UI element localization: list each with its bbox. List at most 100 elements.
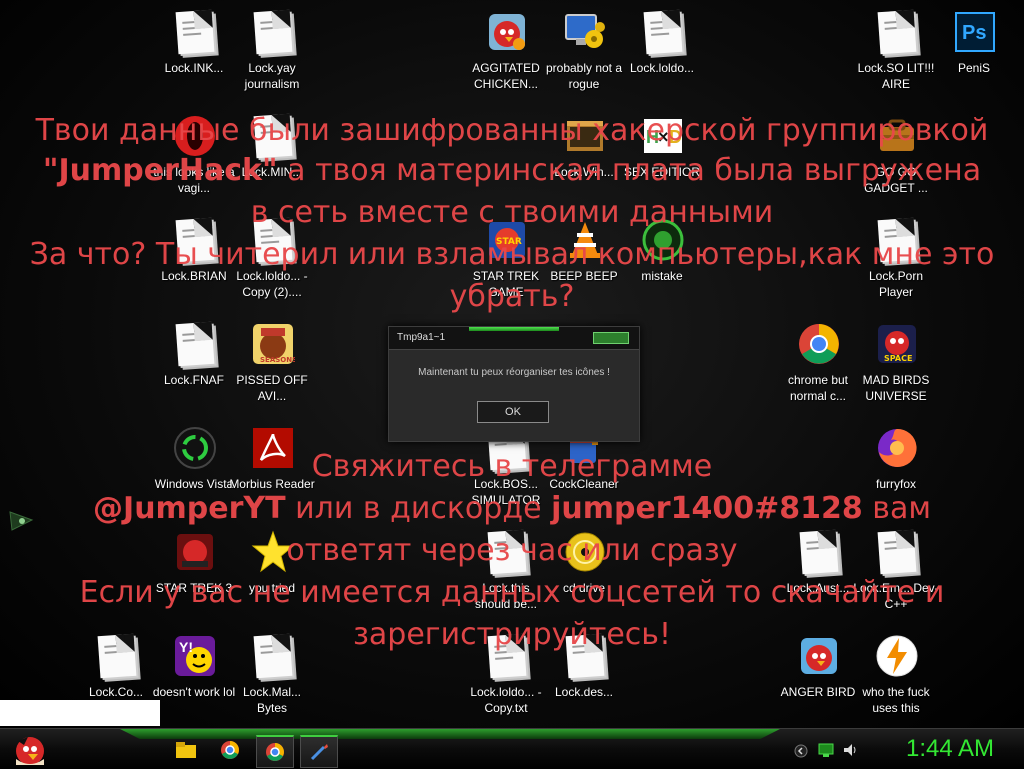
desktop-icon[interactable]: furryfox [857,420,935,520]
text-file-icon [173,217,217,263]
desktop-icon[interactable]: GO GO GADGET ... [857,108,935,208]
text-file-icon [797,529,841,575]
text-file-icon [95,633,139,679]
text-file-icon [251,633,295,679]
desktop-icon[interactable]: SEASONS PISSED OFF AVI... [233,316,311,416]
desktop-icon[interactable]: Lock.Mal... Bytes [233,628,311,728]
cd-icon [563,530,607,574]
icon-label: Lock.Mal... Bytes [242,685,302,715]
desktop-icon[interactable]: Lock.Aust... [779,524,857,624]
desktop-icon[interactable]: Windows Vista [155,420,233,520]
hxd-icon: H × D [641,114,685,158]
blank-white-box [0,700,160,726]
taskbar-chrome-active[interactable] [256,735,294,768]
icon-label: Lock.INK... [164,61,224,75]
icon-label: Lock.BOS... SIMULATOR [471,477,541,507]
icon-label: BEEP BEEP [550,269,618,283]
icon-label: Lock.yay journalism [244,61,300,91]
volume-icon[interactable] [842,742,858,762]
ok-button[interactable]: OK [477,401,549,423]
icon-label: STAR TREK GAME [472,269,540,299]
close-button[interactable] [593,332,629,344]
star-icon [251,530,295,574]
taskbar-file-explorer[interactable] [168,735,204,765]
taskbar-pen-tool[interactable] [300,735,338,768]
icon-label: chrome but normal c... [787,373,849,403]
message-dialog: Tmp9a1~1 Maintenant tu peux réorganiser … [388,326,640,442]
text-file-icon [251,217,295,263]
icon-label: probably not a rogue [545,61,623,91]
desktop-icon[interactable]: STAR TREK 3 [155,524,233,624]
icon-label: Lock.des... [554,685,614,699]
desktop-icon[interactable]: Lock.des... [545,628,623,728]
icon-label: Windows Vista [154,477,234,491]
desktop-icon[interactable]: mistake [623,212,701,312]
desktop-icon[interactable]: Lock.MIN... [233,108,311,208]
text-file-icon [251,113,295,159]
text-file-icon [641,9,685,55]
text-file-icon [485,633,529,679]
desktop-icon[interactable]: Lock.Win... [545,108,623,208]
network-icon[interactable] [818,742,834,762]
svg-text:Ps: Ps [962,22,986,44]
desktop-icon[interactable]: Lock.loldo... - Copy (2).... [233,212,311,312]
tray-chevron-icon[interactable] [794,743,808,762]
desktop-icon[interactable]: ANGER BIRD [779,628,857,728]
icon-label: furryfox [875,477,916,491]
desktop-icon[interactable]: Lock.loldo... - Copy.txt [467,628,545,728]
text-file-icon [875,217,919,263]
desktop-icon[interactable]: Ps PeniS [935,4,1013,104]
icon-label: Lock.MIN... [241,165,303,179]
clock[interactable]: 1:44 AM [880,733,1020,765]
yahoo-messenger-icon: Y! [173,634,217,678]
start-button[interactable] [6,731,50,767]
text-file-icon [875,9,919,55]
green-orb-icon [641,218,685,262]
desktop-icon[interactable]: probably not a rogue [545,4,623,104]
desktop-icon[interactable]: cd drive [545,524,623,624]
text-file-icon [173,321,217,367]
svg-text:SEASONS: SEASONS [260,356,295,364]
winamp-icon [875,634,919,678]
desktop-icon[interactable]: Y! doesn't work lol [153,628,235,728]
opera-icon [173,114,217,158]
icon-label: PISSED OFF AVI... [236,373,308,403]
icon-label: mistake [641,269,683,283]
desktop-icon[interactable]: this looks like a vagi... [153,108,235,208]
desktop-icon[interactable]: Lock.FNAF [155,316,233,416]
desktop-icon[interactable]: chrome but normal c... [779,316,857,416]
desktop-icon[interactable]: AGGITATED CHICKEN... [467,4,545,104]
star-wars-game-icon [173,530,217,574]
chrome-icon [221,741,239,759]
desktop-icon[interactable]: STAR STAR TREK GAME [467,212,545,312]
icon-label: ANGER BIRD [780,685,856,699]
icon-label: doesn't work lol [152,685,236,699]
taskbar-chrome[interactable] [212,735,248,765]
desktop-icon[interactable]: who the fuck uses this [857,628,935,728]
desktop-icon[interactable]: Morbius Reader [229,420,315,520]
svg-text:×: × [658,127,669,147]
desktop-icon[interactable]: H × D SEX EDITIOR [623,108,701,208]
desktop-icon[interactable]: Lock.BRIAN [155,212,233,312]
desktop-icon[interactable]: you tried [233,524,311,624]
system-tray [790,741,870,761]
window-icon [563,114,607,158]
desktop-icon[interactable]: Lock.loldo... [623,4,701,104]
icon-label: STAR TREK 3 [155,581,233,595]
desktop-icon[interactable]: SPACE MAD BIRDS UNIVERSE [857,316,935,416]
folder-icon [176,742,196,758]
recycle-icon [173,426,217,470]
desktop-icon[interactable]: BEEP BEEP [545,212,623,312]
desktop-icon[interactable]: Lock.yay journalism [233,4,311,104]
icon-label: Lock.Em... Dev-C++ [853,581,939,611]
icon-label: you tried [248,581,296,595]
dialog-titlebar[interactable]: Tmp9a1~1 [389,327,639,350]
desktop-icon[interactable]: Lock.INK... [155,4,233,104]
desktop-icon[interactable]: Lock.SO LIT!!! AIRE [857,4,935,104]
icon-label: Lock.Porn Player [868,269,924,299]
desktop-icon[interactable]: Lock.Em... Dev-C++ [853,524,939,624]
desktop-icon[interactable]: Lock.this should be... [467,524,545,624]
angry-bird-icon [797,634,841,678]
icon-label: Lock.SO LIT!!! AIRE [857,61,935,91]
desktop-icon[interactable]: Lock.Porn Player [857,212,935,312]
